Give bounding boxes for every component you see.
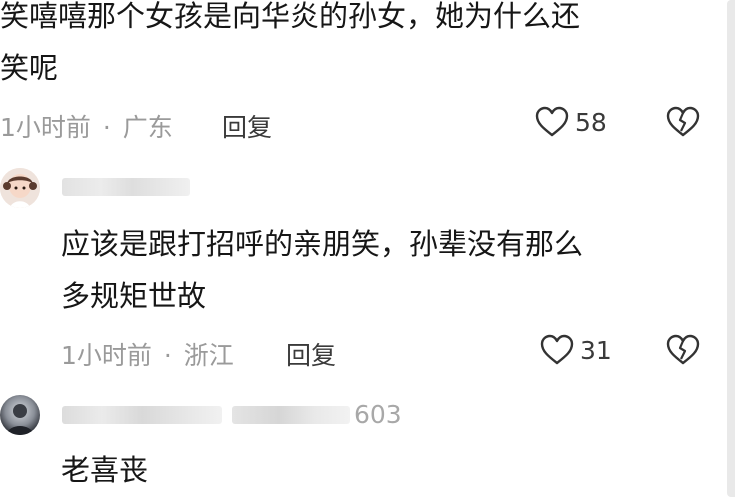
username-blurred — [232, 406, 350, 424]
broken-heart-icon — [666, 334, 700, 365]
dislike-button[interactable] — [666, 334, 700, 366]
like-button[interactable]: 31 — [540, 334, 612, 366]
comment-text: 笑呢 — [0, 51, 59, 85]
comment-text: 应该是跟打招呼的亲朋笑，孙辈没有那么 — [61, 227, 584, 261]
comment-time: 1小时前 — [0, 113, 91, 142]
username-blurred — [62, 406, 222, 424]
dislike-button[interactable] — [666, 106, 700, 138]
next-panel-edge — [727, 0, 735, 497]
reply-button[interactable]: 回复 — [286, 336, 336, 372]
comment-location: 广东 — [122, 113, 173, 142]
comment-meta: 1小时前 · 广东 — [0, 108, 173, 144]
avatar[interactable] — [0, 395, 40, 435]
comment-meta: 1小时前 · 浙江 — [61, 336, 234, 372]
username-blurred[interactable] — [62, 178, 190, 196]
comment-location: 浙江 — [183, 341, 234, 370]
broken-heart-icon — [666, 106, 700, 137]
comment-text: 老喜丧 — [61, 453, 149, 487]
avatar[interactable] — [0, 168, 40, 208]
comment-text: 多规矩世故 — [61, 279, 207, 313]
like-count: 58 — [575, 107, 607, 137]
comment-text: 笑嘻嘻那个女孩是向华炎的孙女，她为什么还 — [0, 0, 581, 33]
like-count: 31 — [580, 335, 612, 365]
username-suffix: 603 — [354, 400, 402, 429]
meta-separator: · — [102, 113, 111, 142]
heart-outline-icon — [540, 334, 574, 366]
reply-button[interactable]: 回复 — [222, 108, 272, 144]
meta-separator: · — [163, 341, 172, 370]
username-row[interactable]: 603 — [62, 400, 402, 430]
comment-time: 1小时前 — [61, 341, 152, 370]
heart-outline-icon — [535, 106, 569, 138]
like-button[interactable]: 58 — [535, 106, 607, 138]
